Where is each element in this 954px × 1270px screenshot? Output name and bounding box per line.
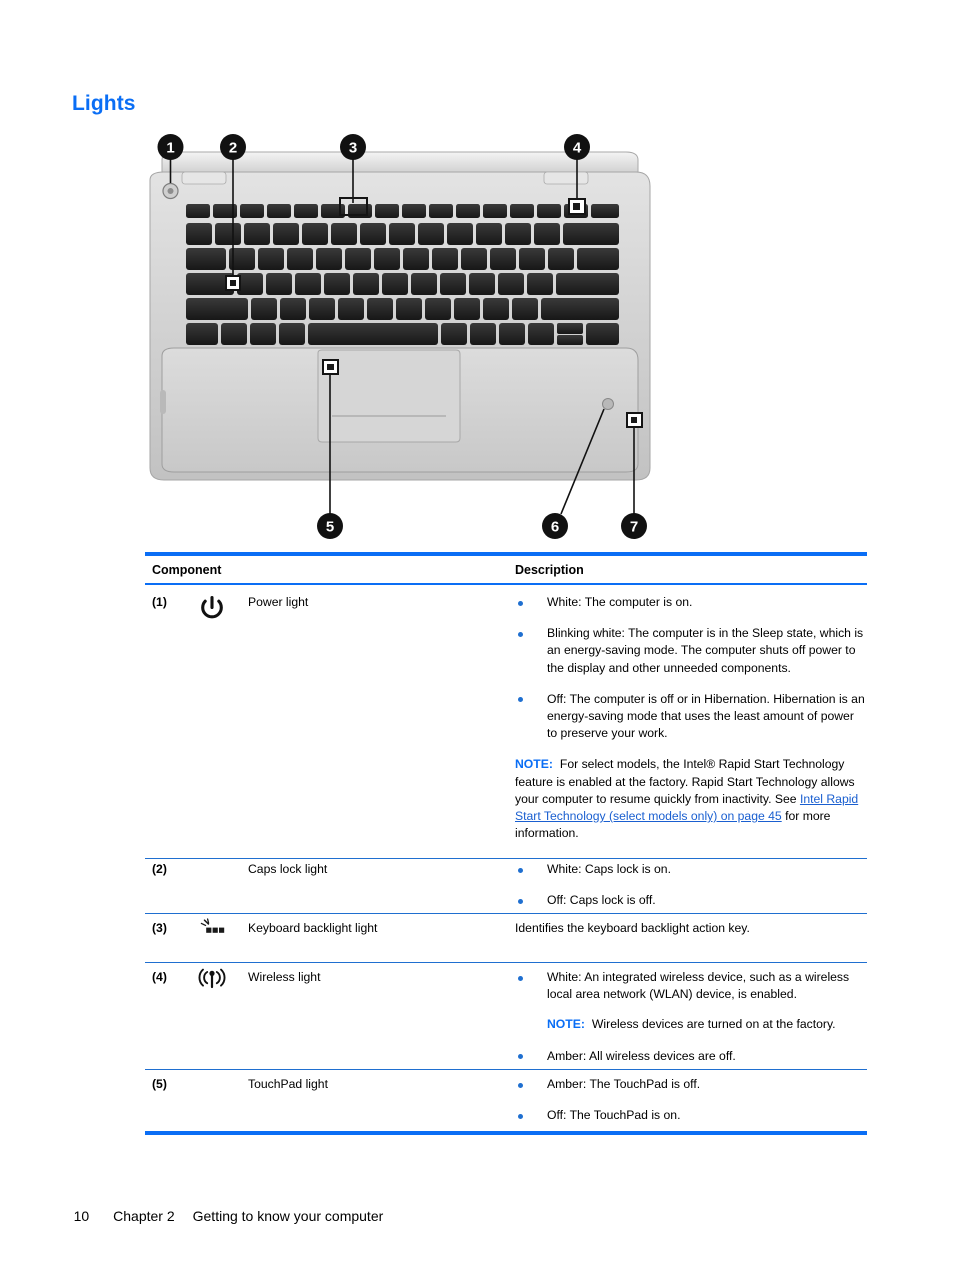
footer-page-number: 10 [73, 1208, 90, 1224]
table-row-4-description: White: An integrated wireless device, su… [515, 969, 865, 1065]
table-header-description: Description [515, 563, 584, 577]
table-header-component: Component [152, 563, 222, 577]
callout-1: 1 [157, 134, 184, 160]
page-footer: 10 Chapter 2 Getting to know your computer [58, 1192, 384, 1240]
callout-5: 5 [317, 513, 343, 539]
note-callout: NOTE: Wireless devices are turned on at t… [515, 1016, 865, 1033]
callout-2: 2 [220, 134, 246, 160]
power-button-target [162, 182, 179, 200]
table-row-divider [145, 1069, 867, 1070]
table-row-5-number: (5) [152, 1077, 167, 1091]
note-callout: NOTE: For select models, the Intel® Rapid… [515, 756, 865, 842]
list-item: Off: Caps lock is off. [515, 892, 865, 909]
callout-4: 4 [564, 134, 590, 160]
touchpad-area [160, 347, 639, 473]
table-row-5-description: Amber: The TouchPad is off. Off: The Tou… [515, 1076, 865, 1124]
bullet-list: Amber: The TouchPad is off. Off: The Tou… [515, 1076, 865, 1124]
table-row-1-description: White: The computer is on. Blinking whit… [515, 594, 865, 842]
laptop-illustration: 1 2 3 4 5 6 7 [140, 128, 660, 548]
svg-text:6: 6 [551, 519, 559, 536]
table-row-5-name: TouchPad light [248, 1077, 328, 1091]
list-item: Off: The computer is off or in Hibernati… [515, 691, 865, 743]
bullet-list: White: The computer is on. Blinking whit… [515, 594, 865, 742]
wireless-icon [190, 966, 240, 1000]
svg-text:5: 5 [326, 519, 334, 536]
list-item: White: An integrated wireless device, su… [515, 969, 865, 1003]
footer-chapter: Chapter 2 [113, 1208, 175, 1224]
table-bottom-rule [145, 1131, 867, 1135]
table-row-3-description: Identifies the keyboard backlight action… [515, 921, 750, 935]
table-row-2-number: (2) [152, 862, 167, 876]
table-row-2-description: White: Caps lock is on. Off: Caps lock i… [515, 861, 865, 909]
table-row-3-name: Keyboard backlight light [248, 921, 378, 935]
note-label: NOTE: [547, 1017, 585, 1032]
footer-chapter-title: Getting to know your computer [192, 1208, 384, 1224]
svg-text:7: 7 [630, 519, 638, 536]
list-item: Blinking white: The computer is in the S… [515, 625, 865, 677]
table-row-2-name: Caps lock light [248, 862, 328, 876]
bullet-list: White: Caps lock is on. Off: Caps lock i… [515, 861, 865, 909]
list-item: Amber: All wireless devices are off. [515, 1048, 865, 1065]
table-row-3-number: (3) [152, 921, 167, 935]
list-item: Amber: The TouchPad is off. [515, 1076, 865, 1093]
page: Lights 1 2 3 4 5 6 7 Component Descripti… [0, 0, 954, 1270]
table-row-1-name: Power light [248, 595, 309, 609]
table-header-rule [145, 583, 867, 585]
svg-text:2: 2 [229, 140, 237, 157]
note-text-before: Wireless devices are turned on at the fa… [591, 1017, 836, 1032]
svg-text:3: 3 [349, 140, 357, 157]
callout-6: 6 [542, 513, 568, 539]
svg-text:1: 1 [166, 140, 174, 157]
callout-3: 3 [340, 134, 366, 160]
table-row-divider [145, 858, 867, 859]
list-item: Off: The TouchPad is on. [515, 1107, 865, 1124]
bullet-list: White: An integrated wireless device, su… [515, 969, 865, 1003]
note-label: NOTE: [515, 757, 553, 772]
list-item: White: Caps lock is on. [515, 861, 865, 878]
keyboard-backlight-icon [190, 918, 240, 952]
table-row-divider [145, 913, 867, 914]
table-row-1-number: (1) [152, 595, 167, 609]
list-item: White: The computer is on. [515, 594, 865, 611]
table-row-4-name: Wireless light [248, 970, 321, 984]
table-row-4-number: (4) [152, 970, 167, 984]
table-top-rule [145, 552, 867, 556]
svg-text:4: 4 [573, 140, 582, 157]
page-title: Lights [72, 92, 136, 115]
callout-7: 7 [621, 513, 647, 539]
table-row-divider [145, 962, 867, 963]
power-icon [190, 593, 240, 627]
bullet-list: Amber: All wireless devices are off. [515, 1048, 865, 1065]
